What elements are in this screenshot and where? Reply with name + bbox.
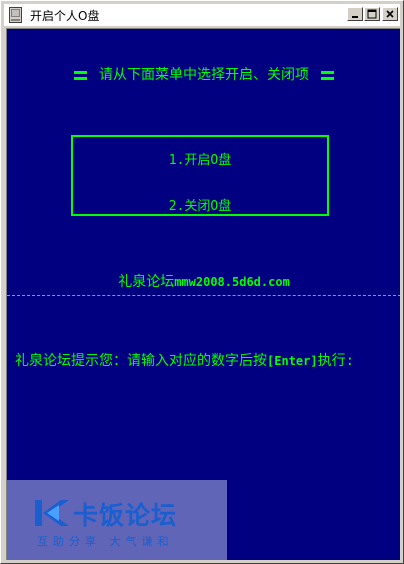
minimize-icon [352,16,358,18]
menu-box: 1.开启O盘 2.关闭O盘 [71,135,329,216]
menu-header: 请从下面菜单中选择开启、关闭项 [7,64,400,84]
console-output[interactable]: 请从下面菜单中选择开启、关闭项 1.开启O盘 2.关闭O盘 礼泉论坛mmw200… [6,28,400,560]
prompt-text: 礼泉论坛提示您：请输入对应的数字后按 [15,353,267,369]
watermark-name: 卡饭论坛 [73,501,178,530]
dashed-divider [7,295,400,296]
close-icon [386,10,394,18]
prompt-suffix: 执行: [317,353,355,369]
menu-header-text: 请从下面菜单中选择开启、关闭项 [99,67,309,83]
window-title: 开启个人O盘 [30,8,100,23]
console-window: 开启个人O盘 请从下面菜单中选择开启、关闭项 1.开启O盘 2.关闭O盘 礼泉论… [0,0,404,564]
forum-url: mmw2008.5d6d.com [174,275,290,289]
menu-item-open: 1.开启O盘 [168,153,232,168]
console-window-icon [8,7,24,23]
minimize-button[interactable] [347,7,363,21]
double-bar-icon [74,70,87,80]
menu-item-close: 2.关闭O盘 [168,199,232,214]
kafan-logo-icon [35,500,69,526]
watermark-slogan: 互助分享 大气谦和 [37,535,174,548]
maximize-icon [367,9,377,19]
prompt-key: [Enter] [267,354,318,368]
window-controls [346,7,398,21]
close-button[interactable] [382,7,398,21]
maximize-button[interactable] [364,7,380,21]
title-bar[interactable]: 开启个人O盘 [4,4,400,26]
forum-line: 礼泉论坛mmw2008.5d6d.com [7,271,400,291]
input-prompt: 礼泉论坛提示您：请输入对应的数字后按[Enter]执行: [15,350,354,370]
watermark: 卡饭论坛 互助分享 大气谦和 [7,480,227,560]
double-bar-icon [321,70,334,80]
forum-name: 礼泉论坛 [118,274,175,290]
